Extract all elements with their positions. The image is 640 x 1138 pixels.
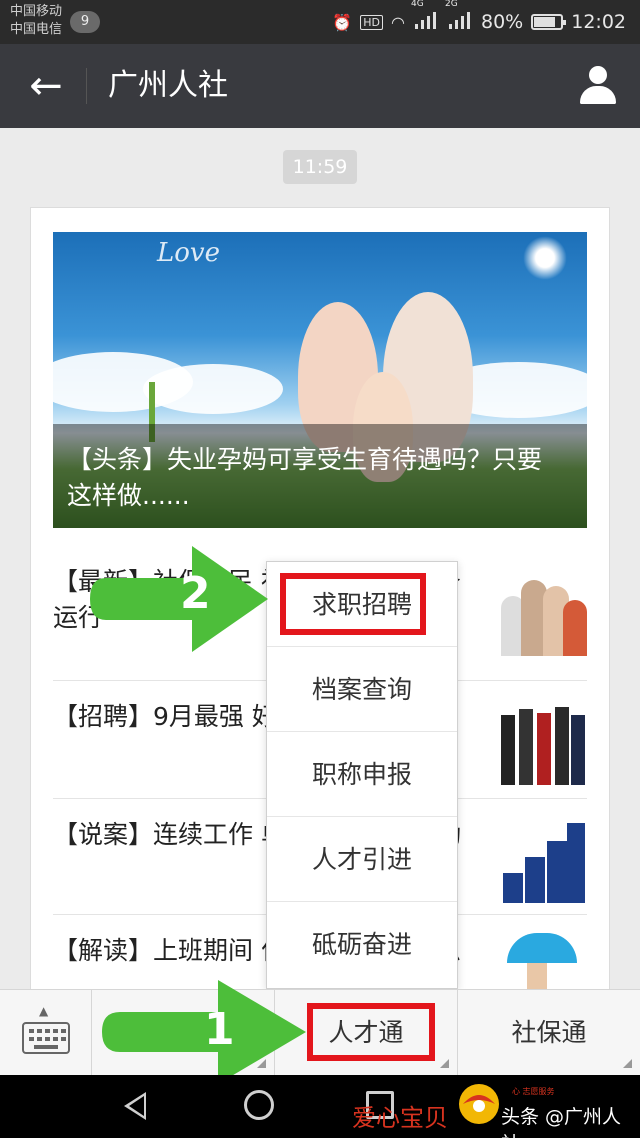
status-bar: 中国移动 中国电信 9 ⏰ HD ◠ 4G 2G 80% 12:02 [0, 0, 640, 44]
watermark-small-text: 心 志愿服务 [512, 1087, 555, 1096]
menu-item-forge-ahead[interactable]: 砥砺奋进 [267, 902, 457, 987]
page-title: 广州人社 [108, 68, 228, 103]
watermark-logo-icon [459, 1084, 499, 1124]
message-timestamp: 11:59 [283, 150, 357, 184]
article-thumbnail [497, 566, 587, 656]
status-icons: ⏰ HD ◠ 4G 2G 80% 12:02 [332, 0, 626, 44]
submenu-indicator-icon [440, 1059, 449, 1068]
article-thumbnail [497, 695, 587, 785]
highlight-box-talent-tab [307, 1003, 435, 1061]
submenu-indicator-icon [623, 1059, 632, 1068]
battery-percent: 80% [481, 11, 524, 33]
menu-item-archive-query[interactable]: 档案查询 [267, 647, 457, 732]
notification-count-badge: 9 [70, 11, 100, 33]
watermark-right: 头条 @广州人社 [501, 1106, 622, 1138]
back-arrow-icon[interactable]: ← [24, 62, 68, 110]
signal-4g-label: 4G [411, 0, 424, 9]
signal-4g-icon: 4G [411, 0, 439, 34]
annotation-step-2-number: 2 [180, 568, 211, 619]
menu-tab-social-security[interactable]: 社保通 [458, 990, 640, 1076]
wifi-icon: ◠ [391, 12, 405, 32]
annotation-step-1-number: 1 [204, 1004, 235, 1055]
clock: 12:02 [571, 11, 626, 33]
sun-graphic [523, 236, 567, 280]
banner-script-text: Love [157, 238, 220, 268]
battery-icon [531, 14, 567, 30]
menu-tab-label: 社保通 [511, 1018, 587, 1047]
hd-icon: HD [360, 14, 384, 30]
chat-header: ← 广州人社 [0, 44, 640, 128]
menu-item-title-application[interactable]: 职称申报 [267, 732, 457, 817]
carrier-1: 中国移动 [10, 4, 63, 19]
keyboard-icon [22, 1022, 70, 1054]
menu-item-talent-introduction[interactable]: 人才引进 [267, 817, 457, 902]
nav-home-icon[interactable] [244, 1090, 274, 1120]
keyboard-toggle-button[interactable]: ▲ [0, 990, 92, 1076]
headline-title: 【头条】失业孕妈可享受生育待遇吗？只要这样做...... [67, 445, 543, 510]
article-thumbnail [497, 813, 587, 903]
signal-2g-icon: 2G [445, 0, 473, 34]
profile-icon[interactable] [578, 66, 618, 106]
carrier-2: 中国电信 [10, 22, 63, 37]
alarm-icon: ⏰ [332, 12, 353, 32]
caret-up-icon: ▲ [39, 1004, 49, 1018]
signal-2g-label: 2G [445, 0, 458, 9]
watermark-left: 爱心宝贝 [352, 1104, 448, 1132]
headline-banner[interactable]: Love 【头条】失业孕妈可享受生育待遇吗？只要这样做...... [53, 232, 587, 528]
header-divider [86, 68, 87, 104]
cloud [143, 364, 283, 414]
nav-back-icon[interactable] [124, 1092, 146, 1120]
highlight-box-job-recruitment [280, 573, 426, 635]
